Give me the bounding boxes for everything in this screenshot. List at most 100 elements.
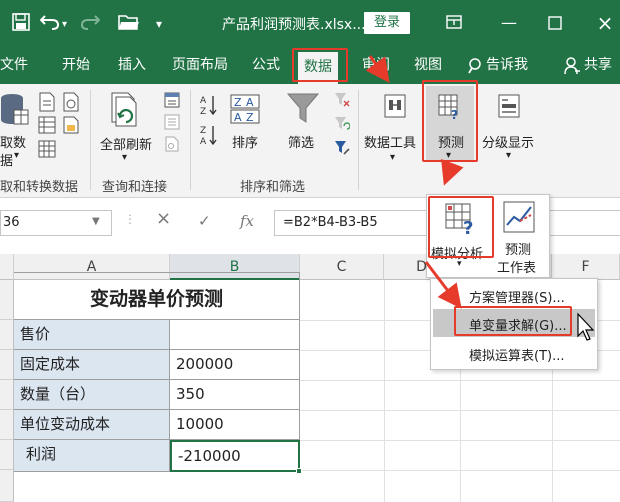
share-button[interactable]: 共享 <box>584 46 612 84</box>
save-icon[interactable] <box>12 13 30 31</box>
ribbon-body: 取数 据 ▾ 取和转换数据 全部刷新 ▾ 查询和连接 A Z Z A Z A A… <box>0 84 620 198</box>
undo-dropdown-icon[interactable]: ▾ <box>62 14 67 36</box>
tab-review[interactable]: 审阅 <box>362 46 390 84</box>
selected-profit-cell[interactable]: -210000 <box>170 440 300 472</box>
tell-me-search[interactable]: 告诉我 <box>486 46 528 84</box>
ribbon-display-icon[interactable] <box>446 15 462 29</box>
row-value-cell[interactable]: 10000 <box>170 410 300 440</box>
outline-label[interactable]: 分级显示 <box>482 132 534 151</box>
svg-text:Z: Z <box>200 126 206 136</box>
forecast-sheet-label-line1[interactable]: 预测 <box>505 239 531 258</box>
row-label-cell[interactable]: 售价 <box>14 320 170 350</box>
clear-filter-icon <box>335 93 350 107</box>
tab-file[interactable]: 文件 <box>0 46 28 84</box>
refresh-all-dropdown-icon[interactable]: ▾ <box>122 152 127 163</box>
refresh-all-icon[interactable] <box>108 92 142 130</box>
sort-ascending-icon[interactable]: A Z <box>200 94 218 116</box>
svg-text:A: A <box>200 96 207 106</box>
row-label-cell[interactable]: 利润 <box>14 440 170 472</box>
group-label-get-transform: 取和转换数据 <box>0 180 79 195</box>
column-header-f[interactable]: F <box>552 254 620 280</box>
column-header-c[interactable]: C <box>300 254 384 280</box>
tab-view[interactable]: 视图 <box>414 46 442 84</box>
outline-dropdown-icon[interactable]: ▾ <box>506 150 511 161</box>
existing-connections-icon[interactable] <box>38 140 56 158</box>
menu-item-data-table[interactable]: 模拟运算表(T)... <box>469 345 564 364</box>
redo-icon <box>80 15 100 30</box>
get-data-label-line2[interactable]: 据 <box>0 150 13 169</box>
forecast-sheet-label-line2[interactable]: 工作表 <box>497 257 536 276</box>
lightbulb-search-icon <box>468 58 481 74</box>
data-tools-icon[interactable] <box>384 94 406 118</box>
login-button[interactable]: 登录 <box>364 12 410 34</box>
group-separator <box>90 90 91 190</box>
row-header[interactable] <box>0 440 14 470</box>
refresh-all-label[interactable]: 全部刷新 <box>100 134 152 153</box>
cancel-icon[interactable]: × <box>156 208 171 229</box>
recent-sources-icon[interactable] <box>62 116 80 134</box>
get-data-dropdown-icon[interactable]: ▾ <box>14 150 19 161</box>
svg-text:A: A <box>246 96 254 109</box>
gridline <box>384 280 385 502</box>
svg-text:Z: Z <box>200 107 206 116</box>
row-header[interactable] <box>0 380 14 410</box>
row-header[interactable] <box>0 320 14 350</box>
row-label-cell[interactable]: 固定成本 <box>14 350 170 380</box>
get-data-icon[interactable] <box>0 92 30 128</box>
tab-page-layout[interactable]: 页面布局 <box>172 46 228 84</box>
enter-icon[interactable]: ✓ <box>198 212 211 230</box>
tab-insert[interactable]: 插入 <box>118 46 146 84</box>
close-icon[interactable]: × <box>590 10 620 36</box>
forecast-sheet-icon[interactable] <box>503 201 535 233</box>
from-table-icon[interactable] <box>38 116 56 134</box>
outline-icon[interactable] <box>498 94 520 118</box>
filter-label[interactable]: 筛选 <box>288 132 314 151</box>
minimize-icon[interactable]: — <box>494 10 524 36</box>
maximize-icon[interactable] <box>548 16 562 30</box>
group-label-sort-filter: 排序和筛选 <box>240 180 306 195</box>
highlight-what-if-analysis <box>428 196 494 258</box>
folder-open-icon[interactable] <box>118 14 140 30</box>
highlight-forecast-button <box>422 80 478 162</box>
tab-formulas[interactable]: 公式 <box>252 46 280 84</box>
row-value-cell[interactable]: 200000 <box>170 350 300 380</box>
fill-handle[interactable] <box>296 468 302 474</box>
queries-connections-icon[interactable] <box>164 92 180 108</box>
sheet-title-cell[interactable]: 变动器单价预测 <box>14 272 300 320</box>
row-header[interactable] <box>0 280 14 320</box>
name-box-dropdown-icon[interactable]: ▼ <box>92 216 100 227</box>
row-value-cell[interactable] <box>170 320 300 350</box>
data-tools-dropdown-icon[interactable]: ▾ <box>390 152 395 163</box>
customize-toolbar-icon[interactable]: ▾ <box>156 13 162 35</box>
row-header[interactable] <box>0 350 14 380</box>
group-separator <box>358 90 359 190</box>
insert-function-icon[interactable]: fx <box>240 212 254 230</box>
from-text-icon[interactable] <box>38 92 56 112</box>
what-if-dropdown-icon[interactable]: ▾ <box>457 259 462 269</box>
title-bar: ▾ ▾ 产品利润预测表.xlsx... 登录 — × <box>0 0 620 46</box>
properties-icon <box>164 114 180 130</box>
data-tools-label[interactable]: 数据工具 <box>364 132 416 151</box>
group-label-queries: 查询和连接 <box>102 180 168 195</box>
highlight-data-tab <box>292 48 348 82</box>
sort-label[interactable]: 排序 <box>232 132 258 151</box>
row-label-cell[interactable]: 单位变动成本 <box>14 410 170 440</box>
filter-icon[interactable] <box>286 92 320 124</box>
sort-dialog-icon[interactable]: Z A A Z <box>230 94 260 124</box>
highlight-goal-seek <box>454 306 572 336</box>
row-value-cell[interactable]: 350 <box>170 380 300 410</box>
document-title: 产品利润预测表.xlsx... <box>222 17 366 33</box>
sort-descending-icon[interactable]: Z A <box>200 124 218 146</box>
row-header[interactable] <box>0 410 14 440</box>
get-data-label-line1[interactable]: 取数 <box>0 132 26 151</box>
advanced-filter-icon[interactable] <box>334 140 350 156</box>
share-person-icon <box>564 57 580 75</box>
from-web-icon[interactable] <box>62 92 80 112</box>
formula-options-icon: ⋮ <box>124 212 136 226</box>
svg-text:Z: Z <box>234 96 242 109</box>
menu-item-scenario-manager[interactable]: 方案管理器(S)... <box>469 287 565 306</box>
row-label-cell[interactable]: 数量（台） <box>14 380 170 410</box>
tab-home[interactable]: 开始 <box>62 46 90 84</box>
row-header[interactable] <box>0 470 14 502</box>
undo-icon[interactable] <box>40 13 60 31</box>
